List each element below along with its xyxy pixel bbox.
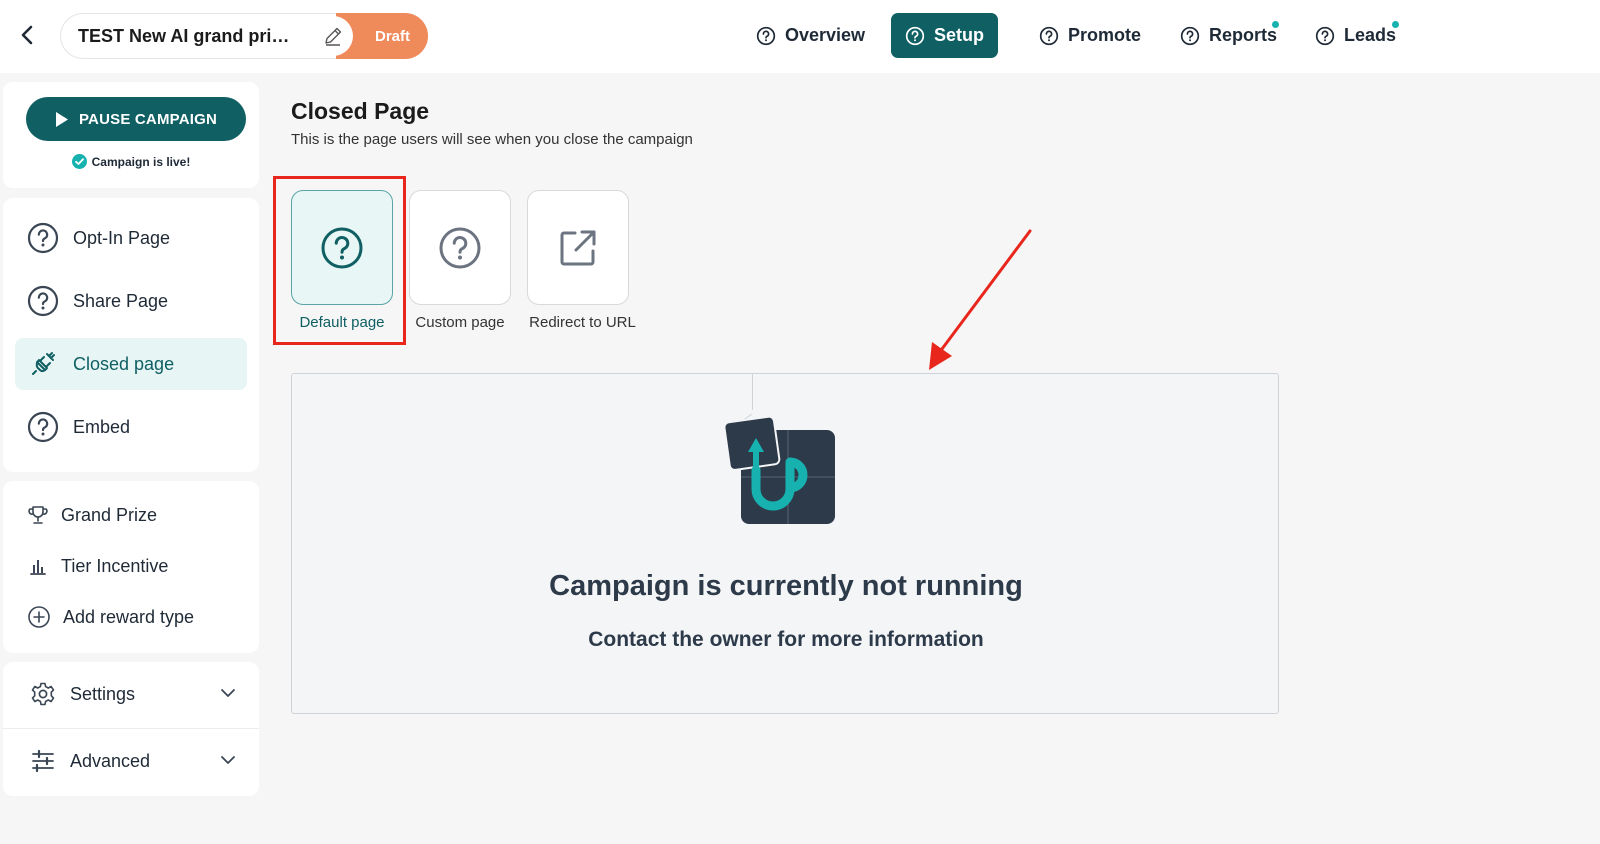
question-circle-icon <box>905 26 925 45</box>
option-custom-page[interactable] <box>409 190 511 305</box>
check-circle-icon <box>71 154 87 169</box>
sidebar-item-label: Opt-In Page <box>73 227 171 248</box>
top-bar: TEST New AI grand pri… Draft Overview Se… <box>0 0 1600 73</box>
page-subtitle: This is the page users will see when you… <box>291 131 693 148</box>
option-label-custom-page: Custom page <box>415 314 505 331</box>
notification-dot <box>1392 21 1399 28</box>
tab-label: Reports <box>1209 25 1278 45</box>
tab-reports[interactable]: Reports <box>1166 13 1291 58</box>
tab-label: Setup <box>934 25 985 45</box>
tab-label: Leads <box>1344 25 1397 45</box>
tab-label: Promote <box>1068 25 1142 45</box>
campaign-status-card: PAUSE CAMPAIGN Campaign is live! <box>3 82 259 188</box>
settings-label: Settings <box>70 683 136 704</box>
chevron-down-icon <box>221 689 235 697</box>
upviral-logo-icon <box>724 414 835 524</box>
sliders-icon <box>32 749 54 773</box>
notification-dot <box>1272 21 1279 28</box>
sidebar-item-share-page[interactable]: Share Page <box>15 275 247 327</box>
rewards-card: Grand Prize Tier Incentive Add reward ty… <box>3 481 259 653</box>
pause-campaign-button[interactable]: PAUSE CAMPAIGN <box>26 97 246 141</box>
reward-item-label: Grand Prize <box>61 504 158 525</box>
trophy-icon <box>28 506 48 524</box>
plus-circle-icon <box>28 606 50 628</box>
campaign-live-status: Campaign is live! <box>3 154 259 169</box>
question-circle-icon <box>1180 26 1200 45</box>
add-reward-type-button[interactable]: Add reward type <box>27 602 194 632</box>
tab-promote[interactable]: Promote <box>1025 13 1155 58</box>
settings-toggle[interactable]: Settings <box>3 664 259 724</box>
closed-page-preview: Campaign is currently not running Contac… <box>291 373 1279 714</box>
divider <box>3 728 259 729</box>
sidebar-item-label: Share Page <box>73 290 169 311</box>
preview-hanger-line <box>752 374 753 410</box>
campaign-title-pill: TEST New AI grand pri… Draft <box>60 13 428 59</box>
settings-card: Settings Advanced <box>3 662 259 796</box>
option-label-redirect-to-url: Redirect to URL <box>529 314 636 331</box>
question-circle-icon <box>439 227 481 268</box>
sidebar-item-label: Embed <box>73 416 131 437</box>
pause-campaign-label: PAUSE CAMPAIGN <box>78 110 218 128</box>
question-circle-icon <box>27 411 59 443</box>
question-circle-icon <box>1039 26 1059 45</box>
edit-title-button[interactable] <box>313 16 353 56</box>
page-title: Closed Page <box>291 98 430 124</box>
reward-item-label: Add reward type <box>63 606 195 627</box>
gear-icon <box>31 682 55 706</box>
sidebar-item-label: Closed page <box>73 353 175 374</box>
reward-item-tier-incentive[interactable]: Tier Incentive <box>27 551 168 581</box>
bar-chart-icon <box>30 560 46 575</box>
tab-setup[interactable]: Setup <box>891 13 999 58</box>
reward-item-label: Tier Incentive <box>61 555 169 576</box>
chevron-down-icon <box>221 756 235 764</box>
reward-item-grand-prize[interactable]: Grand Prize <box>27 500 157 530</box>
tab-overview[interactable]: Overview <box>742 13 879 58</box>
tab-leads[interactable]: Leads <box>1301 13 1410 58</box>
chevron-left-icon <box>21 25 33 45</box>
pencil-icon <box>325 27 342 46</box>
external-link-icon <box>560 230 596 265</box>
sidebar-item-closed-page[interactable]: Closed page <box>15 338 247 390</box>
sidebar-item-opt-in-page[interactable]: Opt-In Page <box>15 212 247 264</box>
preview-headline: Campaign is currently not running <box>549 570 1023 602</box>
advanced-label: Advanced <box>70 750 151 771</box>
tab-label: Overview <box>785 25 866 45</box>
pages-card: Opt-In Page Share Page Closed page Embed <box>3 198 259 472</box>
unplugged-icon <box>32 352 55 375</box>
annotation-arrow <box>929 229 1032 370</box>
question-circle-icon <box>27 285 59 317</box>
back-button[interactable] <box>14 22 40 48</box>
campaign-title: TEST New AI grand pri… <box>78 26 290 46</box>
question-circle-icon <box>756 26 776 45</box>
annotation-highlight-box <box>273 176 406 345</box>
live-status-text: Campaign is live! <box>91 154 191 169</box>
advanced-toggle[interactable]: Advanced <box>3 731 259 791</box>
play-icon <box>55 111 68 127</box>
sidebar-item-embed[interactable]: Embed <box>15 401 247 453</box>
preview-subline: Contact the owner for more information <box>588 628 984 651</box>
question-circle-icon <box>27 222 59 254</box>
question-circle-icon <box>1315 26 1335 45</box>
option-redirect-to-url[interactable] <box>527 190 629 305</box>
